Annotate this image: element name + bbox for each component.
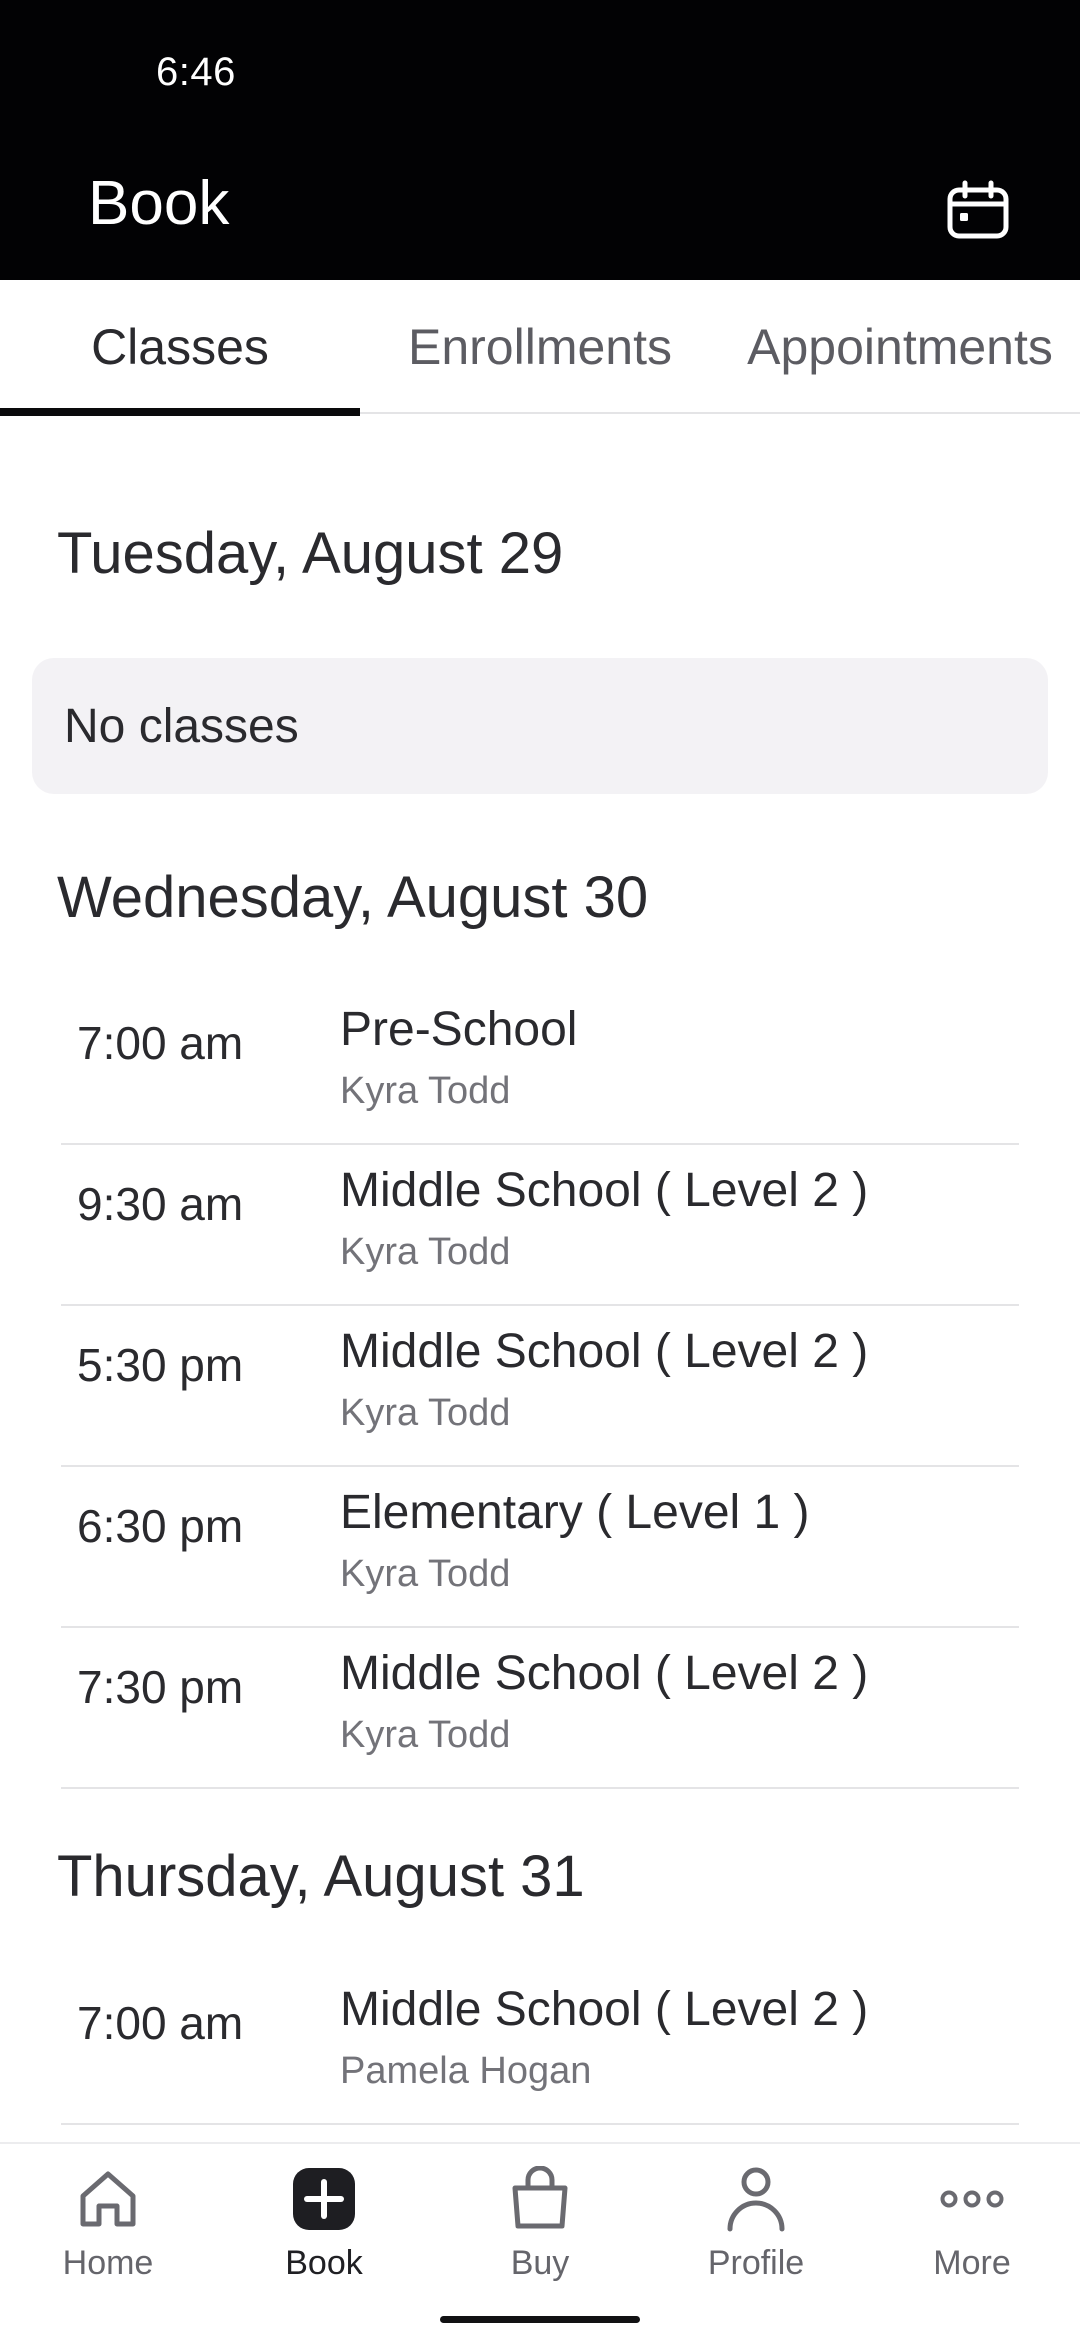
class-time: 5:30 pm xyxy=(77,1339,244,1391)
class-name: Middle School ( Level 2 ) xyxy=(340,1647,869,1700)
nav-home-label: Home xyxy=(62,2244,154,2282)
class-time: 7:00 am xyxy=(77,1997,244,2049)
class-row[interactable]: 7:00 am Middle School ( Level 2 ) Pamela… xyxy=(61,1964,1019,2125)
class-name: Pre-School xyxy=(340,1003,578,1056)
home-icon xyxy=(73,2164,143,2234)
nav-more-label: More xyxy=(933,2244,1011,2282)
plus-square-icon xyxy=(289,2164,359,2234)
class-name: Middle School ( Level 2 ) xyxy=(340,1164,869,1217)
shopping-bag-icon xyxy=(505,2164,575,2234)
class-instructor: Kyra Todd xyxy=(340,1231,511,1273)
day-heading-wednesday: Wednesday, August 30 xyxy=(57,865,649,930)
day-heading-thursday: Thursday, August 31 xyxy=(57,1844,585,1909)
class-name: Elementary ( Level 1 ) xyxy=(340,1486,810,1539)
nav-book[interactable]: Book xyxy=(216,2164,432,2284)
tab-classes[interactable]: Classes xyxy=(0,280,360,416)
class-row[interactable]: 7:30 pm Middle School ( Level 2 ) Kyra T… xyxy=(61,1628,1019,1789)
class-instructor: Kyra Todd xyxy=(340,1553,511,1595)
class-instructor: Kyra Todd xyxy=(340,1714,511,1756)
nav-home[interactable]: Home xyxy=(0,2164,216,2284)
class-row[interactable]: 9:30 am Middle School ( Level 2 ) Kyra T… xyxy=(61,1145,1019,1306)
class-row[interactable]: 5:30 pm Middle School ( Level 2 ) Kyra T… xyxy=(61,1306,1019,1467)
class-name: Middle School ( Level 2 ) xyxy=(340,1983,869,2036)
no-classes-card: No classes xyxy=(32,658,1048,794)
tab-bar: Classes Enrollments Appointments xyxy=(0,280,1080,416)
book-screen: 6:46 Book Classes Enrollments Appointmen… xyxy=(0,0,1080,2340)
class-row[interactable]: 6:30 pm Elementary ( Level 1 ) Kyra Todd xyxy=(61,1467,1019,1628)
class-schedule-list[interactable]: Tuesday, August 29 No classes Wednesday,… xyxy=(0,414,1080,2142)
tab-appointments[interactable]: Appointments xyxy=(720,280,1080,414)
nav-buy-label: Buy xyxy=(510,2244,570,2282)
class-time: 7:00 am xyxy=(77,1017,244,1069)
class-instructor: Kyra Todd xyxy=(340,1392,511,1434)
status-bar: 6:46 xyxy=(0,0,1080,140)
tab-enrollments[interactable]: Enrollments xyxy=(360,280,720,414)
class-time: 7:30 pm xyxy=(77,1661,244,1713)
class-row[interactable]: 7:00 am Pre-School Kyra Todd xyxy=(61,984,1019,1145)
class-instructor: Pamela Hogan xyxy=(340,2050,592,2092)
nav-book-label: Book xyxy=(285,2244,363,2282)
bottom-navigation: Home Book Buy Profile More xyxy=(0,2142,1080,2340)
class-instructor: Kyra Todd xyxy=(340,1070,511,1112)
more-dots-icon xyxy=(937,2164,1007,2234)
person-icon xyxy=(721,2164,791,2234)
class-time: 9:30 am xyxy=(77,1178,244,1230)
home-indicator[interactable] xyxy=(440,2316,640,2323)
class-time: 6:30 pm xyxy=(77,1500,244,1552)
day-heading-tuesday: Tuesday, August 29 xyxy=(57,521,564,586)
calendar-button[interactable] xyxy=(936,168,1020,252)
nav-more[interactable]: More xyxy=(864,2164,1080,2284)
status-time: 6:46 xyxy=(156,50,236,94)
page-title: Book xyxy=(88,169,230,238)
nav-profile[interactable]: Profile xyxy=(648,2164,864,2284)
nav-profile-label: Profile xyxy=(707,2244,805,2282)
app-bar: Book xyxy=(0,140,1080,280)
class-name: Middle School ( Level 2 ) xyxy=(340,1325,869,1378)
nav-buy[interactable]: Buy xyxy=(432,2164,648,2284)
calendar-icon xyxy=(947,180,1009,239)
